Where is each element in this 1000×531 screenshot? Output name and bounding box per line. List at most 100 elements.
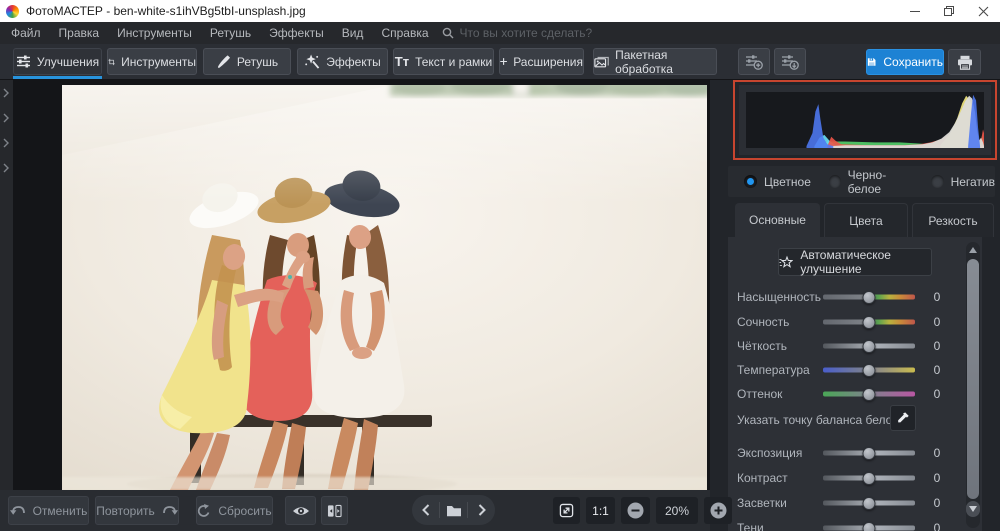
- preview-original-button[interactable]: [285, 496, 316, 525]
- panel-tab-basic[interactable]: Основные: [735, 203, 820, 237]
- slider-track[interactable]: [823, 295, 915, 300]
- crop-icon: [108, 55, 115, 69]
- radio-color[interactable]: Цветное: [744, 175, 811, 189]
- tab-batch-processing[interactable]: Пакетная обработка: [593, 48, 717, 75]
- slider-thumb[interactable]: [863, 340, 876, 353]
- radio-dot: [931, 175, 944, 188]
- quick-search-field[interactable]: Что вы хотите сделать?: [442, 26, 593, 40]
- slider-thumb[interactable]: [863, 388, 876, 401]
- zoom-out-button[interactable]: [621, 497, 650, 524]
- slider-track[interactable]: [823, 320, 915, 325]
- expand-panel-arrow-icon[interactable]: [3, 113, 10, 123]
- scroll-up-button[interactable]: [966, 242, 980, 257]
- slider-row-contrast: Контраст 0: [728, 470, 982, 486]
- slider-thumb[interactable]: [863, 316, 876, 329]
- slider-track[interactable]: [823, 526, 915, 531]
- auto-enhance-button[interactable]: Автоматическое улучшение: [778, 248, 932, 276]
- undo-button[interactable]: Отменить: [8, 496, 89, 525]
- slider-track[interactable]: [823, 392, 915, 397]
- tab-tools[interactable]: Инструменты: [107, 48, 197, 75]
- tab-text-frames[interactable]: Tт Текст и рамки: [393, 48, 494, 75]
- tab-effects[interactable]: Эффекты: [297, 48, 388, 75]
- arrow-up-icon: [969, 247, 977, 253]
- slider-thumb[interactable]: [863, 472, 876, 485]
- tab-label: Улучшения: [37, 55, 99, 69]
- open-folder-button[interactable]: [440, 495, 467, 525]
- slider-row-vibrance: Сочность 0: [728, 314, 982, 330]
- slider-row-exposure: Экспозиция 0: [728, 445, 982, 461]
- slider-thumb[interactable]: [863, 447, 876, 460]
- menu-effects[interactable]: Эффекты: [260, 22, 333, 44]
- slider-thumb[interactable]: [863, 497, 876, 510]
- next-photo-button[interactable]: [468, 495, 495, 525]
- tab-enhancements[interactable]: Улучшения: [13, 48, 102, 75]
- redo-button[interactable]: Повторить: [95, 496, 179, 525]
- expand-panel-arrow-icon[interactable]: [3, 163, 10, 173]
- save-button[interactable]: Сохранить: [866, 49, 944, 75]
- minimize-button[interactable]: [898, 0, 932, 22]
- menu-edit[interactable]: Правка: [50, 22, 109, 44]
- search-icon: [442, 27, 454, 39]
- batch-icon: [594, 54, 609, 69]
- close-button[interactable]: [966, 0, 1000, 22]
- sliders-icon: [16, 55, 31, 68]
- print-button[interactable]: [948, 49, 981, 75]
- compare-before-after-button[interactable]: [321, 496, 348, 525]
- white-balance-picker-button[interactable]: [890, 405, 916, 431]
- white-balance-label: Указать точку баланса белого: [737, 413, 903, 427]
- slider-track[interactable]: [823, 451, 915, 456]
- editing-canvas[interactable]: [13, 80, 710, 490]
- tab-label: Текст и рамки: [415, 55, 492, 69]
- slider-track[interactable]: [823, 501, 915, 506]
- zoom-level-display[interactable]: 20%: [656, 497, 698, 524]
- menu-file[interactable]: Файл: [2, 22, 50, 44]
- restore-button[interactable]: [932, 0, 966, 22]
- radio-label: Негатив: [951, 175, 995, 189]
- expand-panel-arrow-icon[interactable]: [3, 138, 10, 148]
- magic-wand-icon: [304, 54, 320, 69]
- slider-value: 0: [924, 471, 950, 485]
- brush-icon: [216, 54, 231, 69]
- app-logo-icon: [6, 5, 19, 18]
- preset-download-button[interactable]: [774, 48, 806, 75]
- slider-thumb[interactable]: [863, 522, 876, 531]
- photo-canvas[interactable]: [62, 85, 707, 490]
- panel-tab-sharpness[interactable]: Резкость: [912, 203, 994, 237]
- radio-black-white[interactable]: Черно-белое: [829, 168, 913, 196]
- redo-label: Повторить: [96, 504, 155, 518]
- slider-label: Тени: [737, 521, 764, 531]
- expand-panel-arrow-icon[interactable]: [3, 88, 10, 98]
- redo-icon: [162, 505, 178, 516]
- tab-retouch[interactable]: Ретушь: [203, 48, 291, 75]
- slider-thumb[interactable]: [863, 291, 876, 304]
- radio-negative[interactable]: Негатив: [931, 175, 995, 189]
- preset-add-button[interactable]: [738, 48, 770, 75]
- menu-bar: Файл Правка Инструменты Ретушь Эффекты В…: [0, 22, 1000, 44]
- panel-scrollbar[interactable]: [966, 242, 980, 528]
- plus-icon: [500, 55, 507, 68]
- menu-retouch[interactable]: Ретушь: [201, 22, 260, 44]
- tab-label: Пакетная обработка: [615, 48, 716, 76]
- slider-track[interactable]: [823, 368, 915, 373]
- menu-tools[interactable]: Инструменты: [108, 22, 201, 44]
- eye-icon: [292, 505, 310, 517]
- zoom-in-button[interactable]: [704, 497, 732, 524]
- slider-value: 0: [924, 387, 950, 401]
- scroll-down-button[interactable]: [966, 501, 980, 517]
- slider-thumb[interactable]: [863, 364, 876, 377]
- slider-track[interactable]: [823, 476, 915, 481]
- reset-button[interactable]: Сбросить: [196, 496, 273, 525]
- panel-tab-colors[interactable]: Цвета: [824, 203, 908, 237]
- close-icon: [978, 6, 989, 17]
- scrollbar-thumb[interactable]: [967, 259, 979, 499]
- radio-selected-dot: [744, 175, 757, 188]
- fit-to-screen-button[interactable]: [553, 497, 580, 524]
- menu-help[interactable]: Справка: [372, 22, 437, 44]
- slider-track[interactable]: [823, 344, 915, 349]
- tab-extensions[interactable]: Расширения: [499, 48, 584, 75]
- floppy-icon: [867, 55, 876, 69]
- previous-photo-button[interactable]: [412, 495, 439, 525]
- arrow-down-icon: [969, 506, 977, 512]
- menu-view[interactable]: Вид: [333, 22, 373, 44]
- zoom-actual-size-button[interactable]: 1:1: [586, 497, 615, 524]
